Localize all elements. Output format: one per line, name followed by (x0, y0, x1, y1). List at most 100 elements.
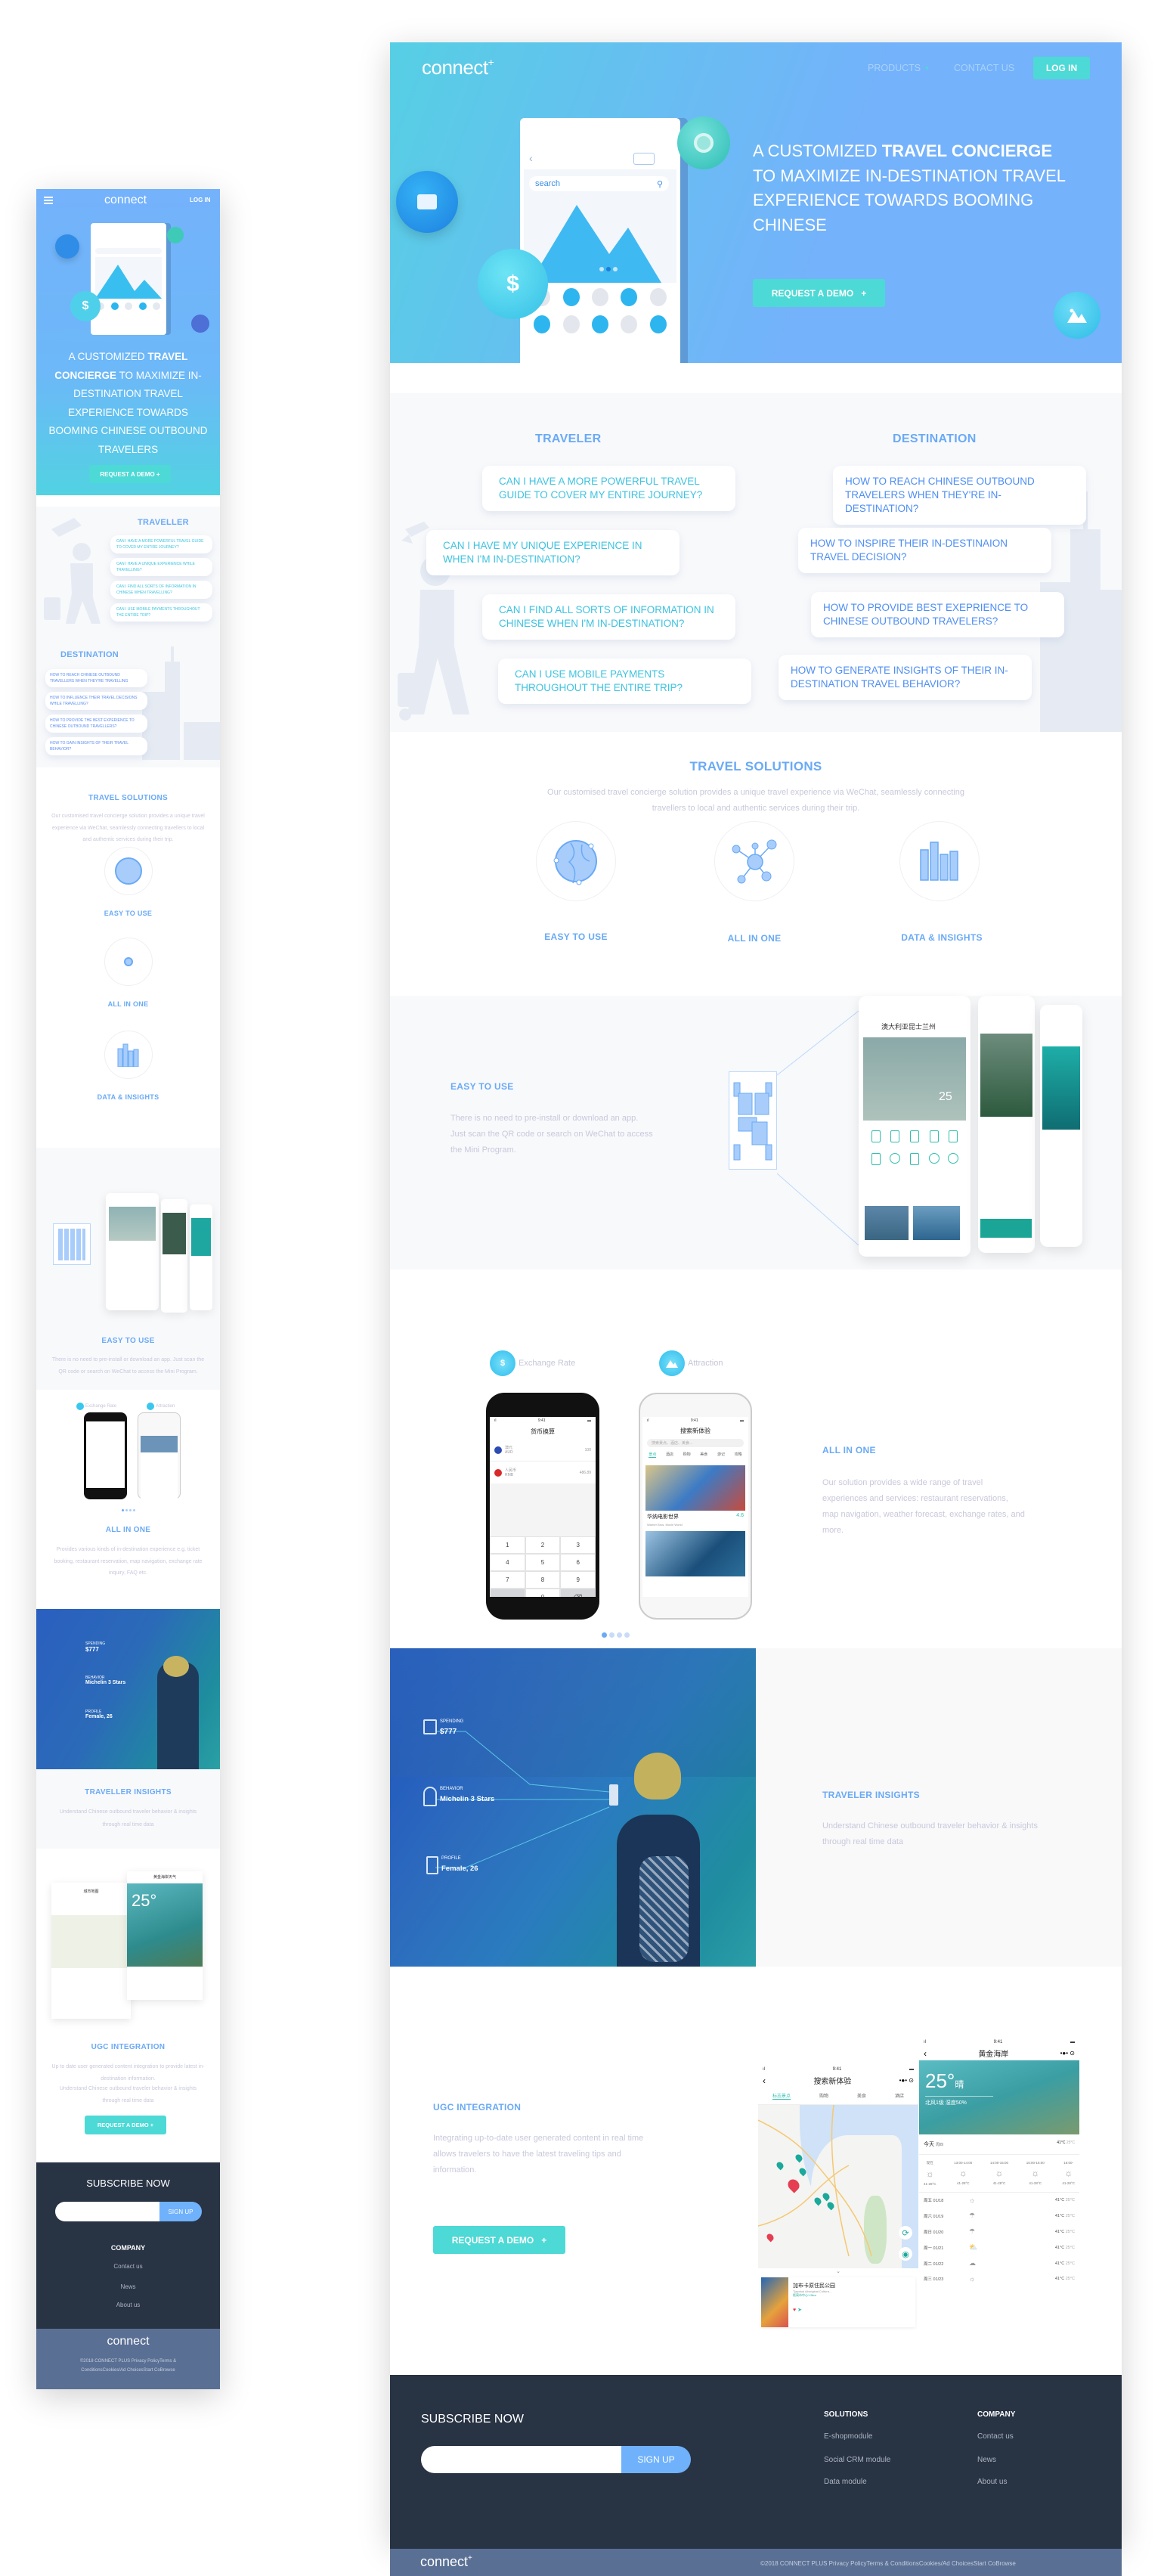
footer-link[interactable]: Social CRM module (824, 2456, 890, 2464)
refresh-icon[interactable]: ⟳ (899, 2226, 912, 2240)
carousel-dot[interactable] (617, 1632, 622, 1638)
map-phone-title: 搜索新体验 (813, 2078, 852, 2086)
hero-phone-illustration: ‹ search ⚲ (520, 118, 680, 363)
mobile-solution-label: DATA & INSIGHTS (97, 1093, 159, 1101)
carousel-dot[interactable] (602, 1632, 607, 1638)
locate-icon[interactable]: ◉ (899, 2247, 912, 2261)
mobile-app-screens (106, 1193, 159, 1310)
email-input[interactable] (421, 2446, 640, 2473)
hero-dots-row (97, 302, 160, 310)
mobile-logo[interactable]: connect (104, 194, 147, 207)
mobile-carousel-dots[interactable] (122, 1509, 135, 1511)
map-tab[interactable]: 酒店 (895, 2092, 904, 2100)
mobile-login-link[interactable]: LOG IN (190, 197, 211, 203)
navigate-icon[interactable]: ➤ (797, 2308, 802, 2313)
place-card[interactable]: 加布卡原住民公园 Tjapukai Aboriginal Cultura... … (761, 2277, 915, 2327)
mobile-destination-title: DESTINATION (60, 650, 119, 659)
mobile-hero: connect LOG IN $ A CUSTOMIZED TRAVEL CON… (36, 189, 220, 495)
mobile-signup-button[interactable]: SIGN UP (159, 2202, 202, 2221)
mobile-tab-attraction[interactable]: Attraction (147, 1403, 175, 1410)
company-heading: COMPANY (977, 2410, 1016, 2419)
footer-link[interactable]: Contact us (977, 2432, 1014, 2441)
logo[interactable]: connect+ (422, 56, 494, 79)
app-icon-grid (866, 1130, 963, 1165)
mobile-tab-exchange[interactable]: Exchange Rate (76, 1403, 116, 1410)
login-button[interactable]: LOG IN (1033, 57, 1090, 79)
keypad-key[interactable]: 0 (525, 1589, 561, 1597)
request-demo-button[interactable]: REQUEST A DEMO + (753, 279, 885, 307)
mobile-ugc-request-demo-button[interactable]: REQUEST A DEMO + (85, 2116, 166, 2134)
currency-row[interactable]: 人民币 RMB 486.89 (490, 1461, 596, 1483)
keypad-key[interactable]: 9 (560, 1571, 596, 1589)
sun-icon: ☼ (1064, 2168, 1073, 2178)
mobile-attraction-phone (138, 1412, 181, 1502)
collapse-chevron-icon[interactable]: ⌄ (758, 2268, 918, 2274)
mobile-questions-section: TRAVELLER CAN I HAVE A MORE POWERFUL TRA… (36, 507, 220, 767)
keypad-key[interactable]: 7 (490, 1571, 525, 1589)
keypad-key[interactable]: 5 (525, 1554, 561, 1571)
menu-icon[interactable] (44, 197, 53, 204)
keypad-key[interactable]: 2 (525, 1536, 561, 1554)
back-chevron-icon[interactable]: ‹ (763, 2075, 766, 2086)
weather-icon: ⛅ (969, 2243, 978, 2251)
keypad-key[interactable]: 8 (525, 1571, 561, 1589)
back-chevron-icon[interactable]: ‹ (924, 2048, 927, 2059)
exchange-phone-title: 货币换算 (531, 1428, 555, 1435)
signup-button[interactable]: SIGN UP (621, 2446, 691, 2473)
mobile-preview: connect LOG IN $ A CUSTOMIZED TRAVEL CON… (36, 189, 220, 2389)
currency-row[interactable]: 澳元 AUD 100 (490, 1439, 596, 1461)
tab-exchange-rate[interactable]: $ Exchange Rate (490, 1350, 575, 1376)
profile-card-icon (426, 1856, 438, 1874)
attraction-tab[interactable]: 酒店 (666, 1452, 673, 1458)
day-row: 周三 01/23 ☼ 41°C 25°C (924, 2275, 1075, 2283)
attraction-tab[interactable]: 美食 (700, 1452, 707, 1458)
map-tab[interactable]: 购物 (819, 2092, 828, 2100)
footer-link[interactable]: E-shopmodule (824, 2432, 872, 2441)
footer-link[interactable]: Data module (824, 2478, 867, 2486)
attraction-tab[interactable]: 购物 (683, 1452, 691, 1458)
mobile-footer-link[interactable]: About us (36, 2302, 220, 2308)
keypad-key[interactable]: ⌫ (560, 1589, 596, 1597)
keypad-key[interactable]: . (490, 1589, 525, 1597)
navigate-button[interactable] (980, 1219, 1032, 1238)
footer-link[interactable]: News (977, 2456, 996, 2464)
ugc-request-demo-button[interactable]: REQUEST A DEMO + (433, 2226, 565, 2254)
mobile-footer-link[interactable]: Contact us (36, 2263, 220, 2270)
attraction-tab[interactable]: 景点 (649, 1452, 657, 1458)
heart-icon[interactable]: ♥ (793, 2308, 796, 2313)
attraction-search-input[interactable]: 搜索景点、酒店、美食... (647, 1439, 744, 1447)
carousel-dots[interactable] (602, 1632, 630, 1638)
nav-products[interactable]: PRODUCTS ▾ (868, 63, 929, 73)
mobile-hero-headline: A CUSTOMIZED TRAVEL CONCIERGE TO MAXIMIZ… (48, 351, 208, 455)
mobile-footer-logo[interactable]: connect (36, 2335, 220, 2348)
keypad-key[interactable]: 4 (490, 1554, 525, 1571)
map-tab[interactable]: 美食 (857, 2092, 866, 2100)
bell-icon (191, 315, 209, 333)
sun-icon: ☼ (958, 2168, 967, 2178)
map-tab[interactable]: 标志景点 (772, 2092, 791, 2100)
map-area[interactable]: ⟳ ◉ (758, 2105, 918, 2268)
attraction-tab[interactable]: 游记 (717, 1452, 725, 1458)
weather-icon: ☂ (969, 2227, 976, 2235)
carousel-dot[interactable] (624, 1632, 630, 1638)
hour-cell: 15:00-16:00 ☼ 41-28°C (1026, 2161, 1045, 2185)
footer-link[interactable]: About us (977, 2478, 1007, 2486)
carousel-dot[interactable] (609, 1632, 615, 1638)
spending-tag: SPENDING $777 (423, 1719, 463, 1737)
keypad-key[interactable]: 1 (490, 1536, 525, 1554)
keypad-key[interactable]: 6 (560, 1554, 596, 1571)
tap-hand-icon (423, 1787, 437, 1806)
footer-logo[interactable]: connect+ (420, 2554, 472, 2570)
tab-attraction[interactable]: Attraction (659, 1350, 723, 1376)
footer-bar: connect+ ©2018 CONNECT PLUS Privacy Poli… (390, 2549, 1122, 2576)
chat-bubble-icon (55, 234, 79, 259)
attraction-tab[interactable]: 攻略 (735, 1452, 742, 1458)
today-row: 今天 周四 41°C 25°C (919, 2134, 1079, 2155)
mobile-request-demo-button[interactable]: REQUEST A DEMO + (89, 465, 171, 483)
capsule-menu-icon[interactable]: •●• ⊙ (899, 2077, 914, 2084)
mobile-footer-link[interactable]: News (36, 2283, 220, 2290)
keypad-key[interactable]: 3 (560, 1536, 596, 1554)
nav-contact-us[interactable]: CONTACT US (954, 63, 1014, 73)
wallet-icon (423, 1719, 437, 1734)
capsule-menu-icon[interactable]: •●• ⊙ (1060, 2050, 1075, 2057)
